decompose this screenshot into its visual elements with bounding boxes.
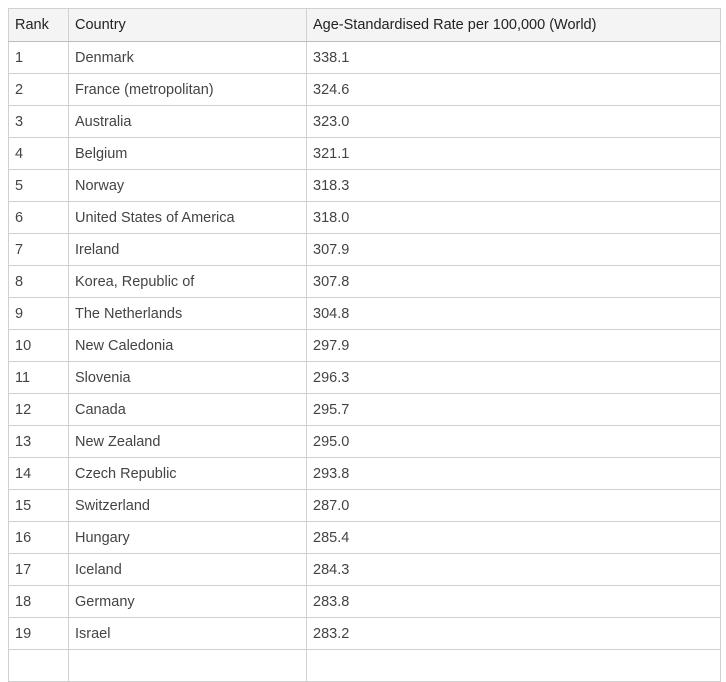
rate-cell: 293.8 xyxy=(306,457,721,490)
country-cell: The Netherlands xyxy=(68,297,307,330)
rank-cell: 11 xyxy=(8,361,69,394)
rank-cell: 3 xyxy=(8,105,69,138)
country-cell: Norway xyxy=(68,169,307,202)
country-cell: Canada xyxy=(68,393,307,426)
rank-cell: 14 xyxy=(8,457,69,490)
table-row: 9 The Netherlands 304.8 xyxy=(8,297,721,330)
rate-cell: 318.0 xyxy=(306,201,721,234)
table-row: 2 France (metropolitan) 324.6 xyxy=(8,73,721,106)
rate-cell: 285.4 xyxy=(306,521,721,554)
rate-column-header: Age-Standardised Rate per 100,000 (World… xyxy=(306,8,721,42)
rate-cell: 295.7 xyxy=(306,393,721,426)
country-cell: Slovenia xyxy=(68,361,307,394)
rate-cell: 304.8 xyxy=(306,297,721,330)
rank-cell: 1 xyxy=(8,41,69,74)
table-row: 13 New Zealand 295.0 xyxy=(8,425,721,458)
country-cell: Belgium xyxy=(68,137,307,170)
country-cell: New Caledonia xyxy=(68,329,307,362)
rate-cell: 307.8 xyxy=(306,265,721,298)
rate-cell: 297.9 xyxy=(306,329,721,362)
rank-cell: 18 xyxy=(8,585,69,618)
rank-cell: 7 xyxy=(8,233,69,266)
rank-cell: 8 xyxy=(8,265,69,298)
table-row: 14 Czech Republic 293.8 xyxy=(8,457,721,490)
table-row: 4 Belgium 321.1 xyxy=(8,137,721,170)
country-cell: Hungary xyxy=(68,521,307,554)
table-row: 5 Norway 318.3 xyxy=(8,169,721,202)
country-cell: Czech Republic xyxy=(68,457,307,490)
rank-cell: 2 xyxy=(8,73,69,106)
rate-cell: 283.8 xyxy=(306,585,721,618)
table-row: 11 Slovenia 296.3 xyxy=(8,361,721,394)
country-cell: Israel xyxy=(68,617,307,650)
table-row: 3 Australia 323.0 xyxy=(8,105,721,138)
rank-cell: 15 xyxy=(8,489,69,522)
rank-cell: 6 xyxy=(8,201,69,234)
country-cell: Switzerland xyxy=(68,489,307,522)
rate-cell: 321.1 xyxy=(306,137,721,170)
country-cell: Germany xyxy=(68,585,307,618)
rank-cell: 16 xyxy=(8,521,69,554)
rate-cell: 283.2 xyxy=(306,617,721,650)
table-row: 8 Korea, Republic of 307.8 xyxy=(8,265,721,298)
table-row: 1 Denmark 338.1 xyxy=(8,41,721,74)
rate-cell: 296.3 xyxy=(306,361,721,394)
ranking-table-container: Rank Country Age-Standardised Rate per 1… xyxy=(8,8,721,682)
ranking-table: Rank Country Age-Standardised Rate per 1… xyxy=(8,8,721,682)
table-row: 18 Germany 283.8 xyxy=(8,585,721,618)
rate-cell: 324.6 xyxy=(306,73,721,106)
rate-cell: 287.0 xyxy=(306,489,721,522)
country-cell: New Zealand xyxy=(68,425,307,458)
country-cell: Denmark xyxy=(68,41,307,74)
table-row xyxy=(8,649,721,682)
country-cell: Iceland xyxy=(68,553,307,586)
country-cell: Korea, Republic of xyxy=(68,265,307,298)
table-row: 7 Ireland 307.9 xyxy=(8,233,721,266)
table-row: 15 Switzerland 287.0 xyxy=(8,489,721,522)
table-row: 12 Canada 295.7 xyxy=(8,393,721,426)
table-header-row: Rank Country Age-Standardised Rate per 1… xyxy=(8,8,721,42)
rank-cell: 9 xyxy=(8,297,69,330)
rank-cell: 19 xyxy=(8,617,69,650)
rate-cell: 338.1 xyxy=(306,41,721,74)
rate-cell: 307.9 xyxy=(306,233,721,266)
rate-cell: 318.3 xyxy=(306,169,721,202)
rank-cell: 12 xyxy=(8,393,69,426)
table-row: 6 United States of America 318.0 xyxy=(8,201,721,234)
rank-cell: 4 xyxy=(8,137,69,170)
country-cell xyxy=(68,649,307,682)
table-row: 16 Hungary 285.4 xyxy=(8,521,721,554)
rank-cell: 10 xyxy=(8,329,69,362)
country-column-header: Country xyxy=(68,8,307,42)
country-cell: United States of America xyxy=(68,201,307,234)
rank-column-header: Rank xyxy=(8,8,69,42)
rank-cell: 13 xyxy=(8,425,69,458)
rate-cell: 284.3 xyxy=(306,553,721,586)
table-body: 1 Denmark 338.1 2 France (metropolitan) 324.6… xyxy=(8,41,721,682)
rank-cell xyxy=(8,649,69,682)
table-row: 19 Israel 283.2 xyxy=(8,617,721,650)
rate-cell xyxy=(306,649,721,682)
rate-cell: 295.0 xyxy=(306,425,721,458)
country-cell: Ireland xyxy=(68,233,307,266)
country-cell: Australia xyxy=(68,105,307,138)
rate-cell: 323.0 xyxy=(306,105,721,138)
country-cell: France (metropolitan) xyxy=(68,73,307,106)
table-row: 10 New Caledonia 297.9 xyxy=(8,329,721,362)
rank-cell: 5 xyxy=(8,169,69,202)
table-row: 17 Iceland 284.3 xyxy=(8,553,721,586)
rank-cell: 17 xyxy=(8,553,69,586)
